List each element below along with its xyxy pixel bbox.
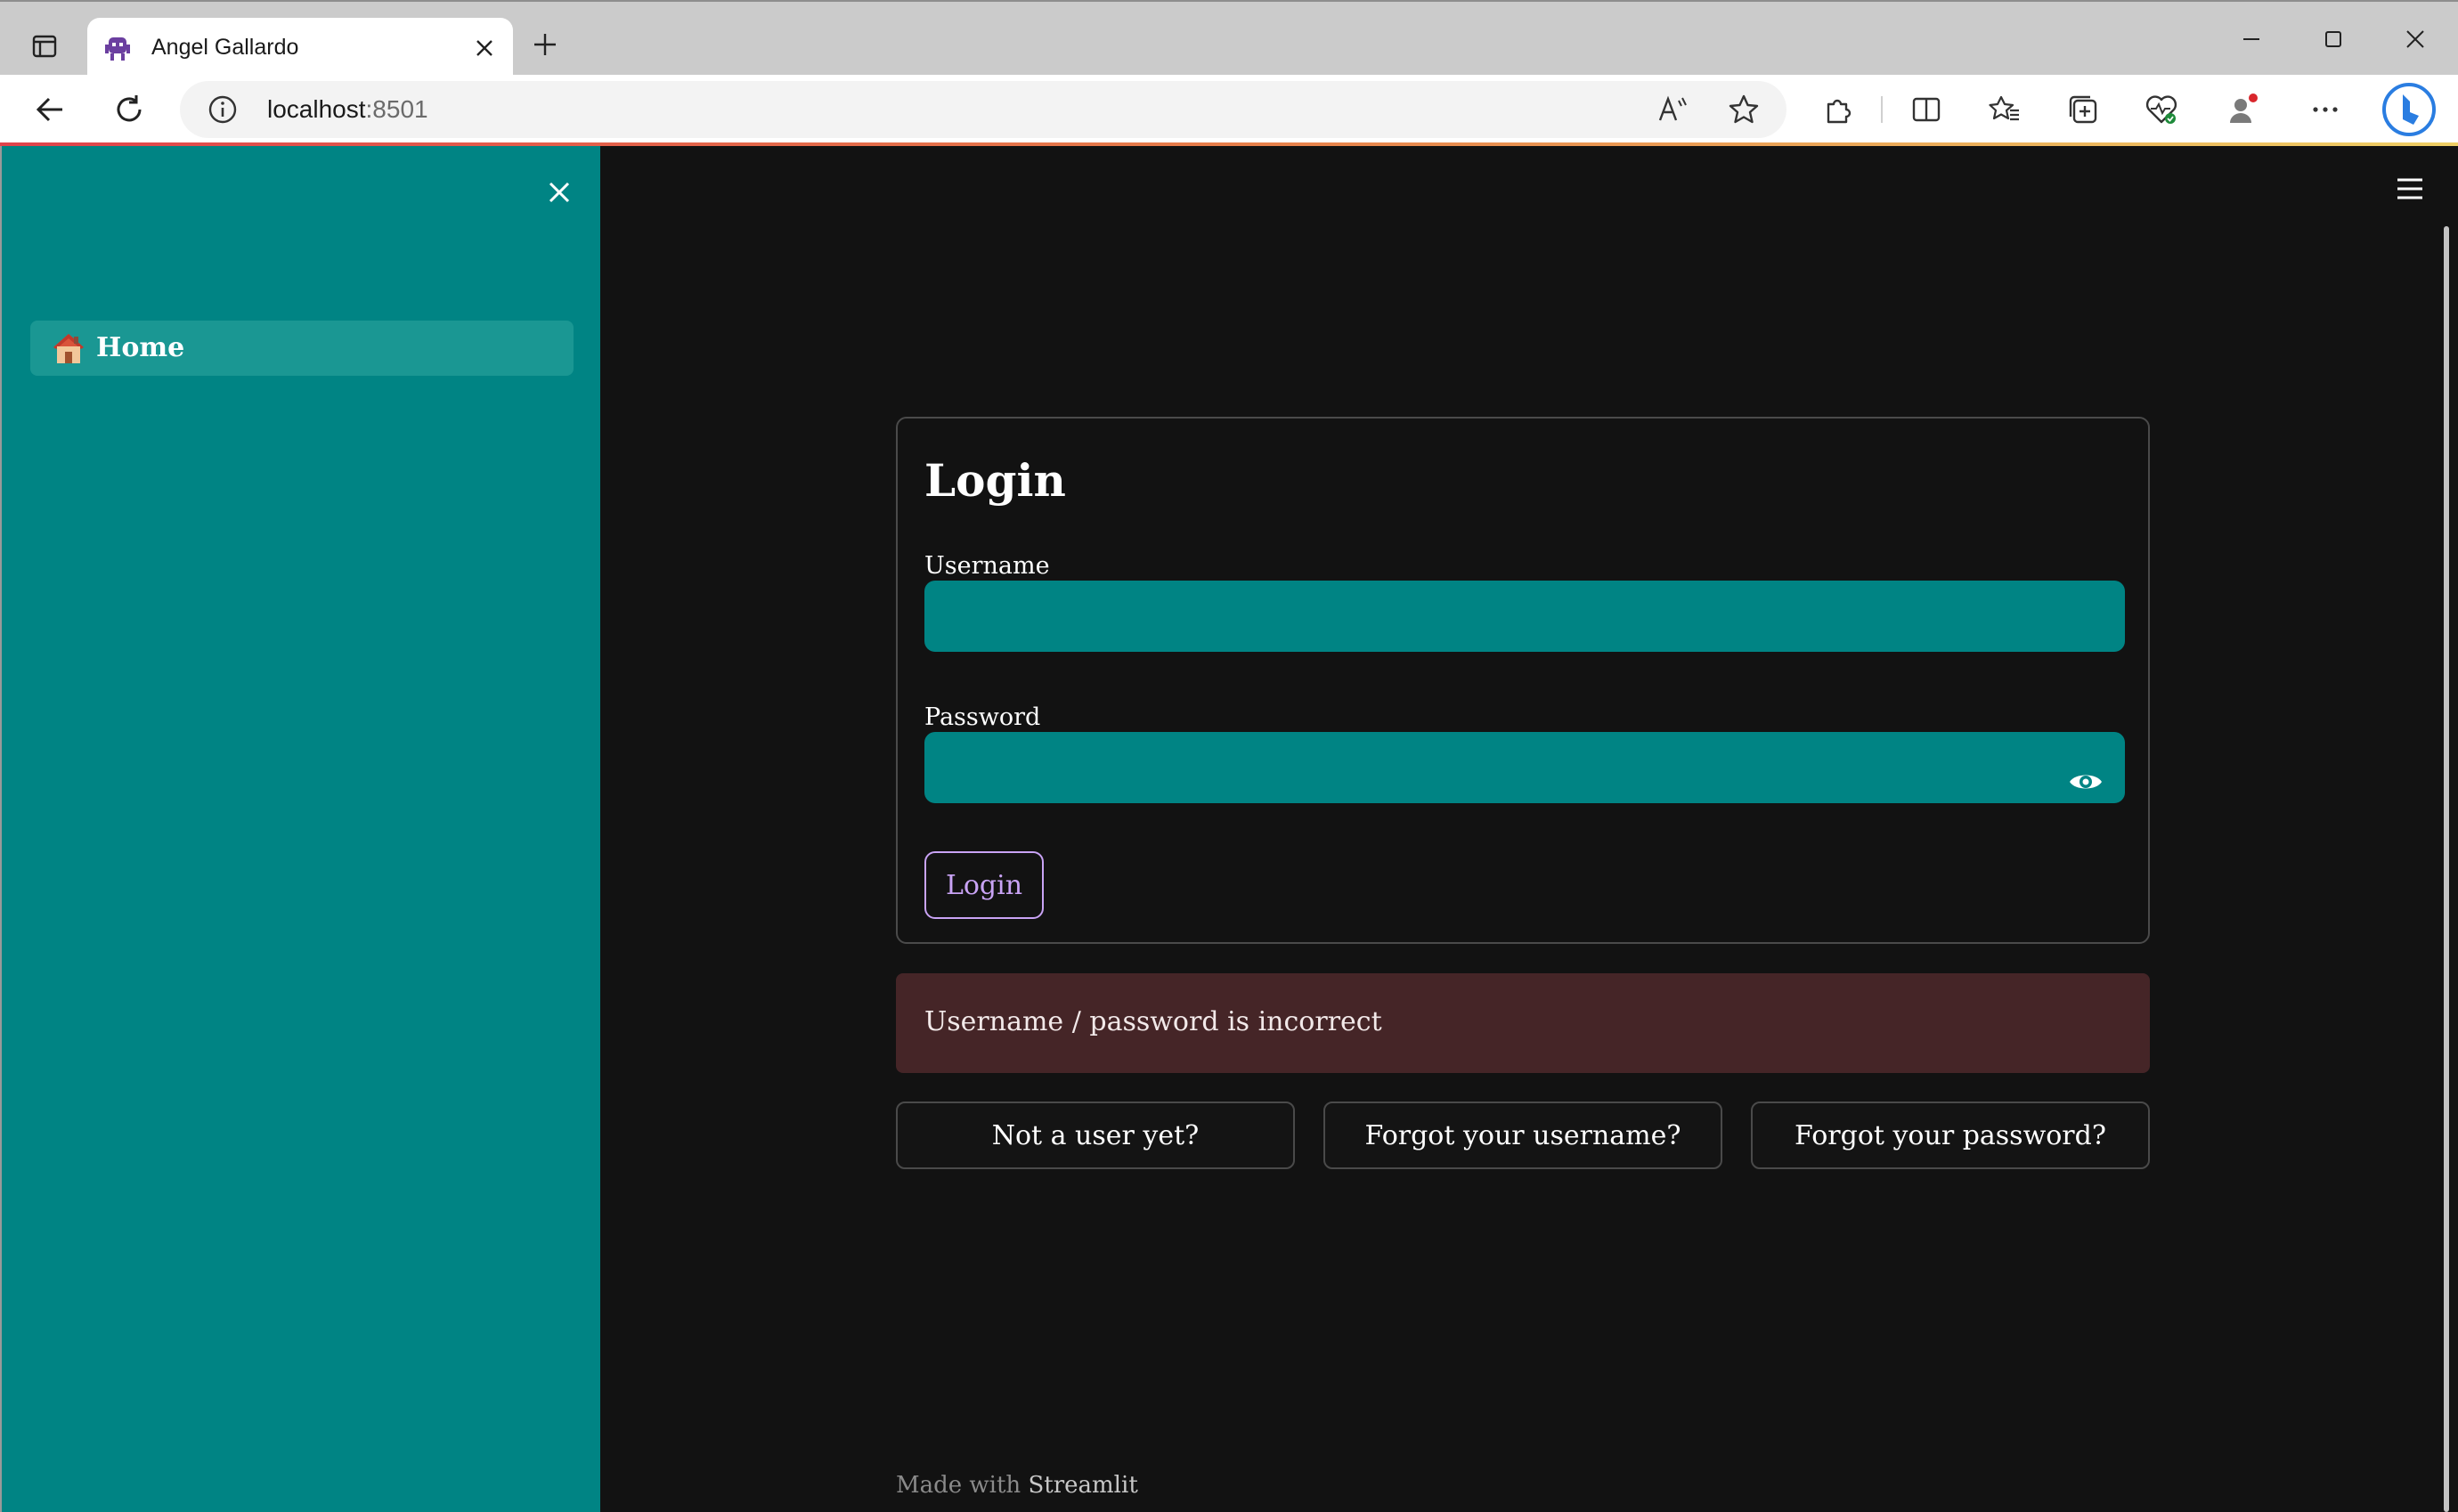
maximize-icon[interactable] [2307,18,2360,61]
username-label: Username [924,552,1050,580]
house-icon [50,329,87,367]
favorites-icon[interactable] [1982,87,2027,132]
browser-essentials-icon[interactable] [2139,87,2184,132]
address-bar[interactable]: localhost:8501 [180,81,1787,138]
login-title: Login [924,454,1066,507]
info-icon[interactable] [207,93,239,126]
password-label: Password [924,703,1041,731]
close-window-icon[interactable] [2389,18,2442,61]
tab-actions-icon[interactable] [25,27,64,66]
browser-tab[interactable]: Angel Gallardo [87,18,513,77]
close-tab-icon[interactable] [468,32,501,64]
sidebar-item-home[interactable]: Home [30,321,574,376]
browser-toolbar: localhost:8501 [0,75,2458,144]
tab-title: Angel Gallardo [151,35,299,60]
more-icon[interactable] [2303,87,2348,132]
footer-prefix: Made with [896,1472,1021,1499]
read-aloud-icon[interactable] [1655,92,1690,127]
extensions-icon[interactable] [1817,87,1861,132]
show-password-eye-icon[interactable] [2066,762,2105,801]
tab-favicon-icon [102,32,134,64]
back-icon[interactable] [28,87,73,132]
login-form: Login Username Password Login [896,417,2150,944]
register-button[interactable]: Not a user yet? [896,1101,1295,1169]
footer: Made with Streamlit [896,1469,1138,1501]
new-tab-icon[interactable] [525,25,565,64]
split-screen-icon[interactable] [1904,87,1949,132]
url-port: :8501 [365,95,428,123]
main-content: Login Username Password Login Username /… [600,146,2458,1512]
collections-icon[interactable] [2061,87,2105,132]
url-host: localhost [267,95,366,123]
scrollbar[interactable] [2444,226,2449,1512]
toolbar-divider [1881,96,1883,123]
minimize-icon[interactable] [2225,18,2278,61]
browser-tab-bar: Angel Gallardo [0,0,2458,77]
password-field[interactable] [924,732,2125,803]
sidebar: Home [0,146,600,1512]
forgot-username-button[interactable]: Forgot your username? [1323,1101,1722,1169]
bing-copilot-icon[interactable] [2381,82,2437,137]
favorite-star-icon[interactable] [1726,92,1762,127]
close-sidebar-icon[interactable] [540,173,579,212]
sidebar-item-label: Home [96,332,185,363]
hamburger-menu-icon[interactable] [2392,171,2428,207]
error-message: Username / password is incorrect [924,1006,1382,1037]
username-field[interactable] [924,581,2125,652]
forgot-password-button[interactable]: Forgot your password? [1751,1101,2150,1169]
login-button[interactable]: Login [924,851,1044,919]
refresh-icon[interactable] [107,87,151,132]
streamlit-link[interactable]: Streamlit [1028,1472,1137,1499]
error-alert: Username / password is incorrect [896,973,2150,1073]
profile-icon[interactable] [2221,87,2266,132]
url-text[interactable]: localhost:8501 [267,93,428,126]
